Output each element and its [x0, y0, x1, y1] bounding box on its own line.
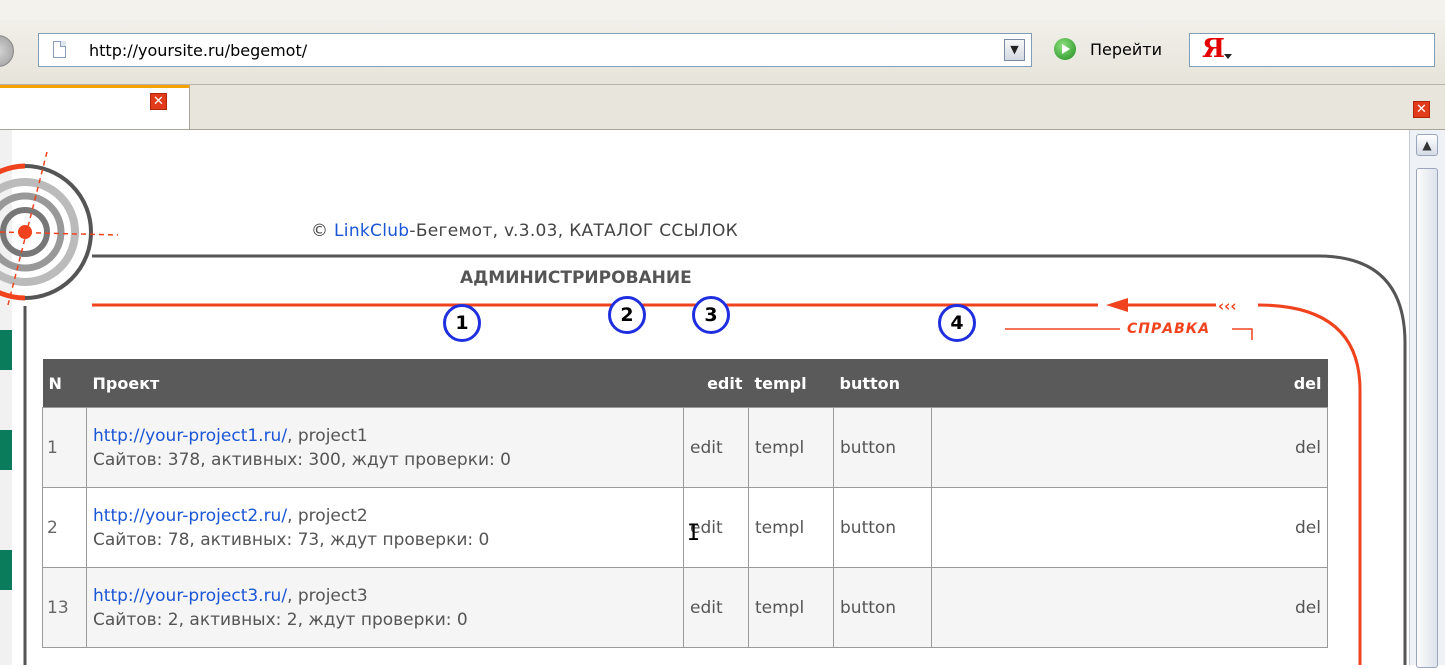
table-row: 1 http://your-project1.ru/, project1 Сай…	[42, 407, 1328, 488]
project-stats: Сайтов: 378, активных: 300, ждут проверк…	[93, 449, 511, 470]
templ-link[interactable]: templ	[748, 487, 834, 568]
tab-close-icon[interactable]: ✕	[150, 93, 167, 110]
templ-link[interactable]: templ	[748, 407, 834, 488]
project-name: , project2	[287, 505, 368, 526]
linkclub-link[interactable]: LinkClub	[334, 221, 409, 241]
del-link[interactable]: del	[931, 407, 1328, 488]
project-name: , project1	[287, 425, 368, 446]
row-number: 1	[42, 407, 87, 488]
section-title: АДМИНИСТРИРОВАНИЕ	[460, 268, 692, 288]
search-box[interactable]: Я	[1189, 33, 1435, 67]
project-cell: http://your-project3.ru/, project3 Сайто…	[86, 567, 684, 648]
button-link[interactable]: button	[833, 407, 932, 488]
project-name: , project3	[287, 585, 368, 606]
callout-4: 4	[938, 304, 976, 342]
edit-link[interactable]: edit	[683, 407, 749, 488]
row-number: 13	[42, 567, 87, 648]
project-url-link[interactable]: http://your-project2.ru/	[93, 506, 287, 526]
search-engine-dropdown-icon[interactable]	[1224, 54, 1232, 59]
copyright-line: © LinkClub-Бегемот, v.3.03, КАТАЛОГ ССЫЛ…	[311, 221, 738, 241]
copyright-symbol: ©	[311, 221, 329, 241]
table-header-row: N Проект edit templ button del	[42, 359, 1328, 408]
address-dropdown-button[interactable]: ▼	[1004, 39, 1025, 61]
button-link[interactable]: button	[833, 567, 932, 648]
window-close-icon[interactable]: ✕	[1413, 101, 1430, 118]
col-header-templ: templ	[748, 359, 834, 408]
scroll-thumb[interactable]	[1416, 168, 1438, 668]
callout-2: 2	[608, 296, 646, 334]
project-stats: Сайтов: 78, активных: 73, ждут проверки:…	[93, 529, 490, 550]
project-cell: http://your-project1.ru/, project1 Сайто…	[86, 407, 684, 488]
toolbar-topline	[0, 0, 1445, 20]
col-header-project: Проект	[86, 359, 684, 408]
go-icon[interactable]	[1054, 38, 1076, 60]
vertical-scrollbar[interactable]: ▲	[1409, 130, 1445, 668]
projects-table: N Проект edit templ button del 1 http://…	[42, 359, 1328, 648]
address-url[interactable]: http://yoursite.ru/begemot/	[89, 41, 307, 60]
project-cell: http://your-project2.ru/, project2 Сайто…	[86, 487, 684, 568]
button-link[interactable]: button	[833, 487, 932, 568]
project-url-link[interactable]: http://your-project1.ru/	[93, 426, 287, 446]
project-stats: Сайтов: 2, активных: 2, ждут проверки: 0	[93, 609, 468, 630]
page-icon	[53, 41, 66, 58]
svg-text:‹‹‹: ‹‹‹	[1218, 297, 1237, 315]
table-row: 2 http://your-project2.ru/, project2 Сай…	[42, 487, 1328, 568]
col-header-button: button	[833, 359, 932, 408]
table-row: 13 http://your-project3.ru/, project3 Са…	[42, 567, 1328, 648]
tab-bar: ✕ ✕	[0, 85, 1445, 130]
edit-link[interactable]: edit	[683, 567, 749, 648]
copyright-text: -Бегемот, v.3.03, КАТАЛОГ ССЫЛОК	[409, 221, 739, 241]
col-header-edit: edit	[683, 359, 749, 408]
callout-1: 1	[443, 304, 481, 342]
browser-toolbar: http://yoursite.ru/begemot/ ▼ Перейти Я	[0, 0, 1445, 85]
callout-3: 3	[692, 296, 730, 334]
scroll-up-icon[interactable]: ▲	[1416, 134, 1438, 156]
del-link[interactable]: del	[931, 567, 1328, 648]
help-link[interactable]: СПРАВКА	[1127, 321, 1210, 337]
col-header-del: del	[931, 359, 1328, 408]
tab-active[interactable]: ✕	[0, 85, 190, 129]
text-cursor-icon: I	[687, 521, 701, 546]
go-button-label[interactable]: Перейти	[1090, 40, 1162, 59]
del-link[interactable]: del	[931, 487, 1328, 568]
templ-link[interactable]: templ	[748, 567, 834, 648]
target-logo-icon	[0, 151, 119, 306]
yandex-logo-icon[interactable]: Я	[1202, 34, 1225, 64]
project-url-link[interactable]: http://your-project3.ru/	[93, 586, 287, 606]
row-number: 2	[42, 487, 87, 568]
back-button[interactable]	[0, 35, 14, 67]
col-header-n: N	[42, 359, 87, 408]
address-bar[interactable]: http://yoursite.ru/begemot/ ▼	[38, 33, 1032, 67]
